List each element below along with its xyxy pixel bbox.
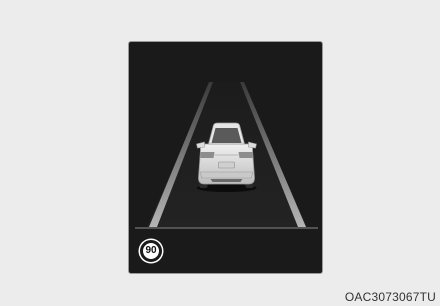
cluster-display: 90 (128, 41, 323, 274)
figure-caption: OAC3073067TU (344, 290, 436, 304)
speed-limit-sign-icon: 90 (140, 240, 162, 262)
speed-limit-value: 90 (145, 245, 157, 256)
page: 90 OAC3073067TU (0, 0, 440, 306)
driving-scene (135, 82, 318, 229)
